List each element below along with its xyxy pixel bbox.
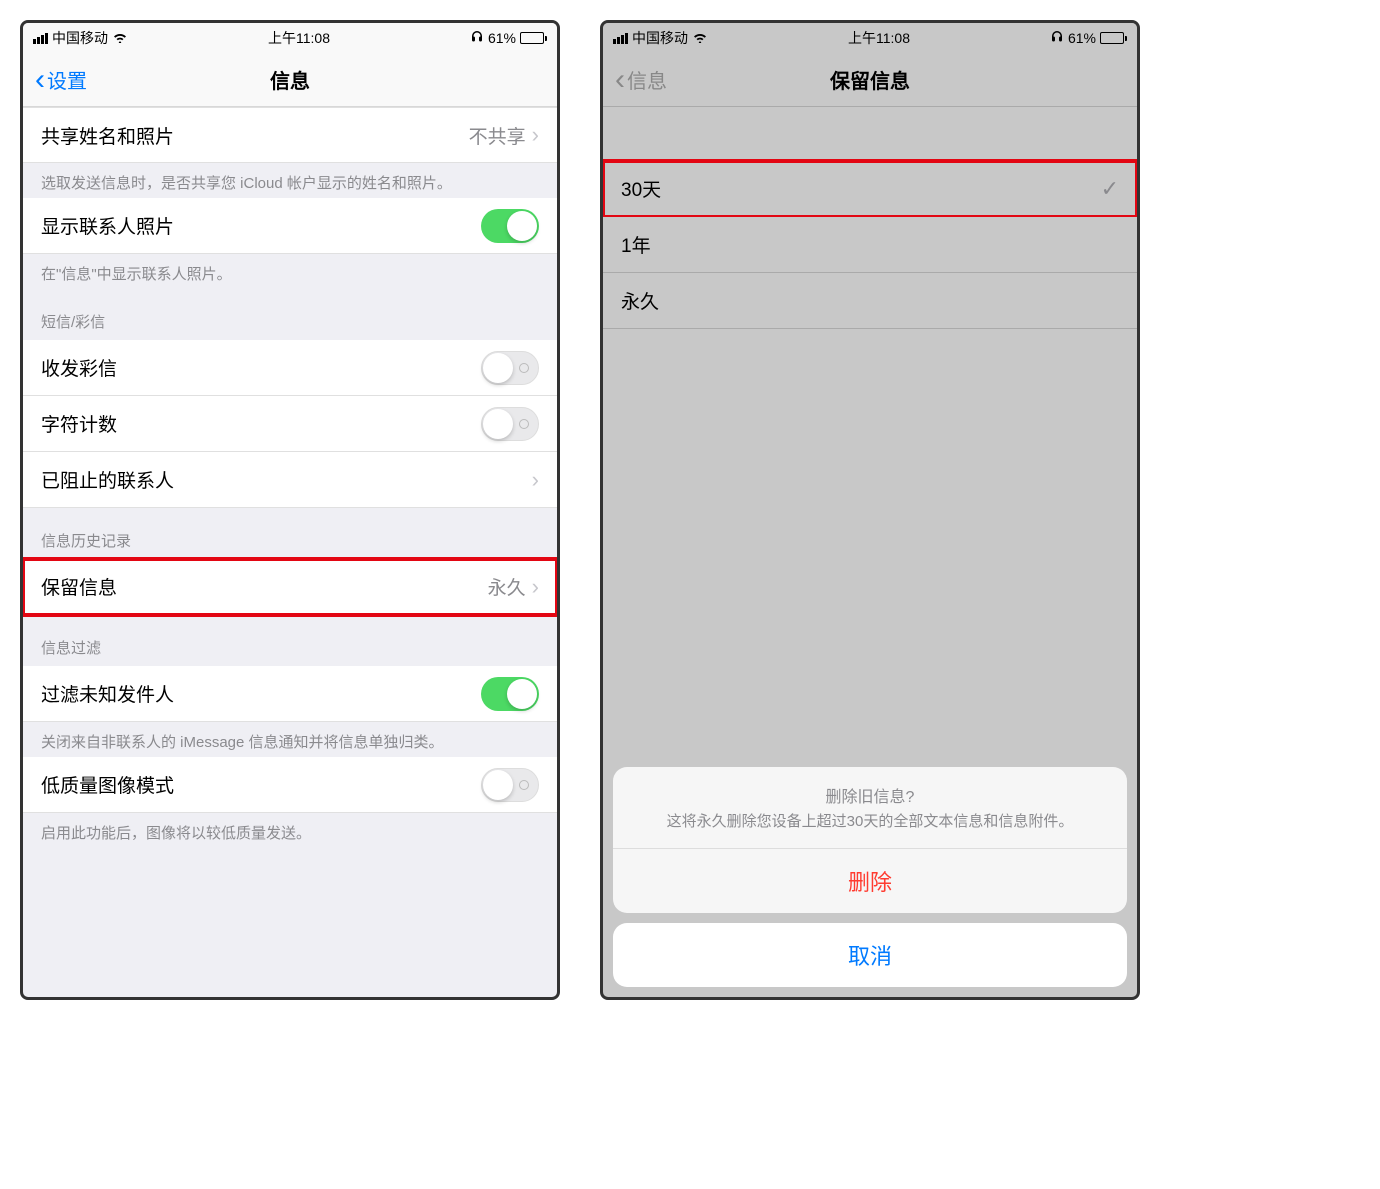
cell-label: 字符计数 <box>41 410 481 437</box>
delete-button[interactable]: 删除 <box>613 849 1127 913</box>
cell-label: 共享姓名和照片 <box>41 122 469 149</box>
chevron-right-icon: › <box>532 574 539 600</box>
battery-icon <box>1100 32 1127 44</box>
cell-value: 不共享 <box>469 122 526 149</box>
back-button[interactable]: ‹ 设置 <box>35 65 87 95</box>
wifi-icon <box>112 30 128 46</box>
row-share-name-photo[interactable]: 共享姓名和照片 不共享 › <box>23 107 557 163</box>
signal-icon <box>613 33 628 44</box>
back-label: 信息 <box>627 65 667 94</box>
row-low-quality-image[interactable]: 低质量图像模式 <box>23 757 557 813</box>
option-1-year[interactable]: 1年 <box>603 217 1137 273</box>
checkmark-icon: ✓ <box>1101 176 1119 202</box>
option-forever[interactable]: 永久 <box>603 273 1137 329</box>
back-button[interactable]: ‹ 信息 <box>615 65 667 95</box>
headphone-icon <box>1050 30 1064 47</box>
settings-list[interactable]: 共享姓名和照片 不共享 › 选取发送信息时，是否共享您 iCloud 帐户显示的… <box>23 107 557 997</box>
cell-label: 显示联系人照片 <box>41 212 481 239</box>
chevron-left-icon: ‹ <box>35 65 45 95</box>
row-blocked-contacts[interactable]: 已阻止的联系人 › <box>23 452 557 508</box>
sheet-group: 删除旧信息? 这将永久删除您设备上超过30天的全部文本信息和信息附件。 删除 <box>613 767 1127 913</box>
time-label: 上午11:08 <box>128 28 470 48</box>
battery-pct: 61% <box>1068 30 1096 46</box>
option-label: 1年 <box>621 231 1119 258</box>
header-history: 信息历史记录 <box>23 508 557 559</box>
row-char-count[interactable]: 字符计数 <box>23 396 557 452</box>
sheet-title: 删除旧信息? <box>637 783 1103 807</box>
chevron-right-icon: › <box>532 467 539 493</box>
status-bar: 中国移动 上午11:08 61% <box>23 23 557 53</box>
wifi-icon <box>692 30 708 46</box>
option-30-days[interactable]: 30天 ✓ <box>603 161 1137 217</box>
status-bar: 中国移动 上午11:08 61% <box>603 23 1137 53</box>
cell-label: 过滤未知发件人 <box>41 680 481 707</box>
footer-low-quality: 启用此功能后，图像将以较低质量发送。 <box>23 813 557 848</box>
footer-show-contact: 在"信息"中显示联系人照片。 <box>23 254 557 289</box>
row-keep-messages[interactable]: 保留信息 永久 › <box>23 559 557 615</box>
headphone-icon <box>470 30 484 47</box>
carrier-label: 中国移动 <box>52 28 108 48</box>
toggle-low-quality[interactable] <box>481 768 539 802</box>
chevron-right-icon: › <box>532 122 539 148</box>
sheet-message: 这将永久删除您设备上超过30天的全部文本信息和信息附件。 <box>637 811 1103 832</box>
header-sms: 短信/彩信 <box>23 289 557 340</box>
toggle-char-count[interactable] <box>481 407 539 441</box>
cell-label: 保留信息 <box>41 573 488 600</box>
row-filter-unknown[interactable]: 过滤未知发件人 <box>23 666 557 722</box>
spacer <box>603 107 1137 161</box>
chevron-left-icon: ‹ <box>615 65 625 95</box>
signal-icon <box>33 33 48 44</box>
cell-label: 收发彩信 <box>41 354 481 381</box>
toggle-filter-unknown[interactable] <box>481 677 539 711</box>
nav-bar: ‹ 设置 信息 <box>23 53 557 107</box>
phone-left: 中国移动 上午11:08 61% ‹ 设置 信息 共享姓名和照片 不共享 › 选… <box>20 20 560 1000</box>
toggle-mms[interactable] <box>481 351 539 385</box>
nav-bar: ‹ 信息 保留信息 <box>603 53 1137 107</box>
back-label: 设置 <box>47 65 87 94</box>
option-label: 永久 <box>621 287 1119 314</box>
row-show-contact-photo[interactable]: 显示联系人照片 <box>23 198 557 254</box>
option-label: 30天 <box>621 175 1101 202</box>
cell-value: 永久 <box>488 573 526 600</box>
page-title: 信息 <box>270 65 310 94</box>
sheet-header: 删除旧信息? 这将永久删除您设备上超过30天的全部文本信息和信息附件。 <box>613 767 1127 849</box>
cancel-button[interactable]: 取消 <box>613 923 1127 987</box>
carrier-label: 中国移动 <box>632 28 688 48</box>
cell-label: 已阻止的联系人 <box>41 466 532 493</box>
row-mms[interactable]: 收发彩信 <box>23 340 557 396</box>
footer-share-name: 选取发送信息时，是否共享您 iCloud 帐户显示的姓名和照片。 <box>23 163 557 198</box>
toggle-show-contact-photo[interactable] <box>481 209 539 243</box>
footer-filter-unknown: 关闭来自非联系人的 iMessage 信息通知并将信息单独归类。 <box>23 722 557 757</box>
action-sheet: 删除旧信息? 这将永久删除您设备上超过30天的全部文本信息和信息附件。 删除 取… <box>613 767 1127 987</box>
cell-label: 低质量图像模式 <box>41 771 481 798</box>
time-label: 上午11:08 <box>708 28 1050 48</box>
header-filter: 信息过滤 <box>23 615 557 666</box>
page-title: 保留信息 <box>830 65 910 94</box>
battery-pct: 61% <box>488 30 516 46</box>
phone-right: 中国移动 上午11:08 61% ‹ 信息 保留信息 30天 ✓ 1年 永久 <box>600 20 1140 1000</box>
battery-icon <box>520 32 547 44</box>
